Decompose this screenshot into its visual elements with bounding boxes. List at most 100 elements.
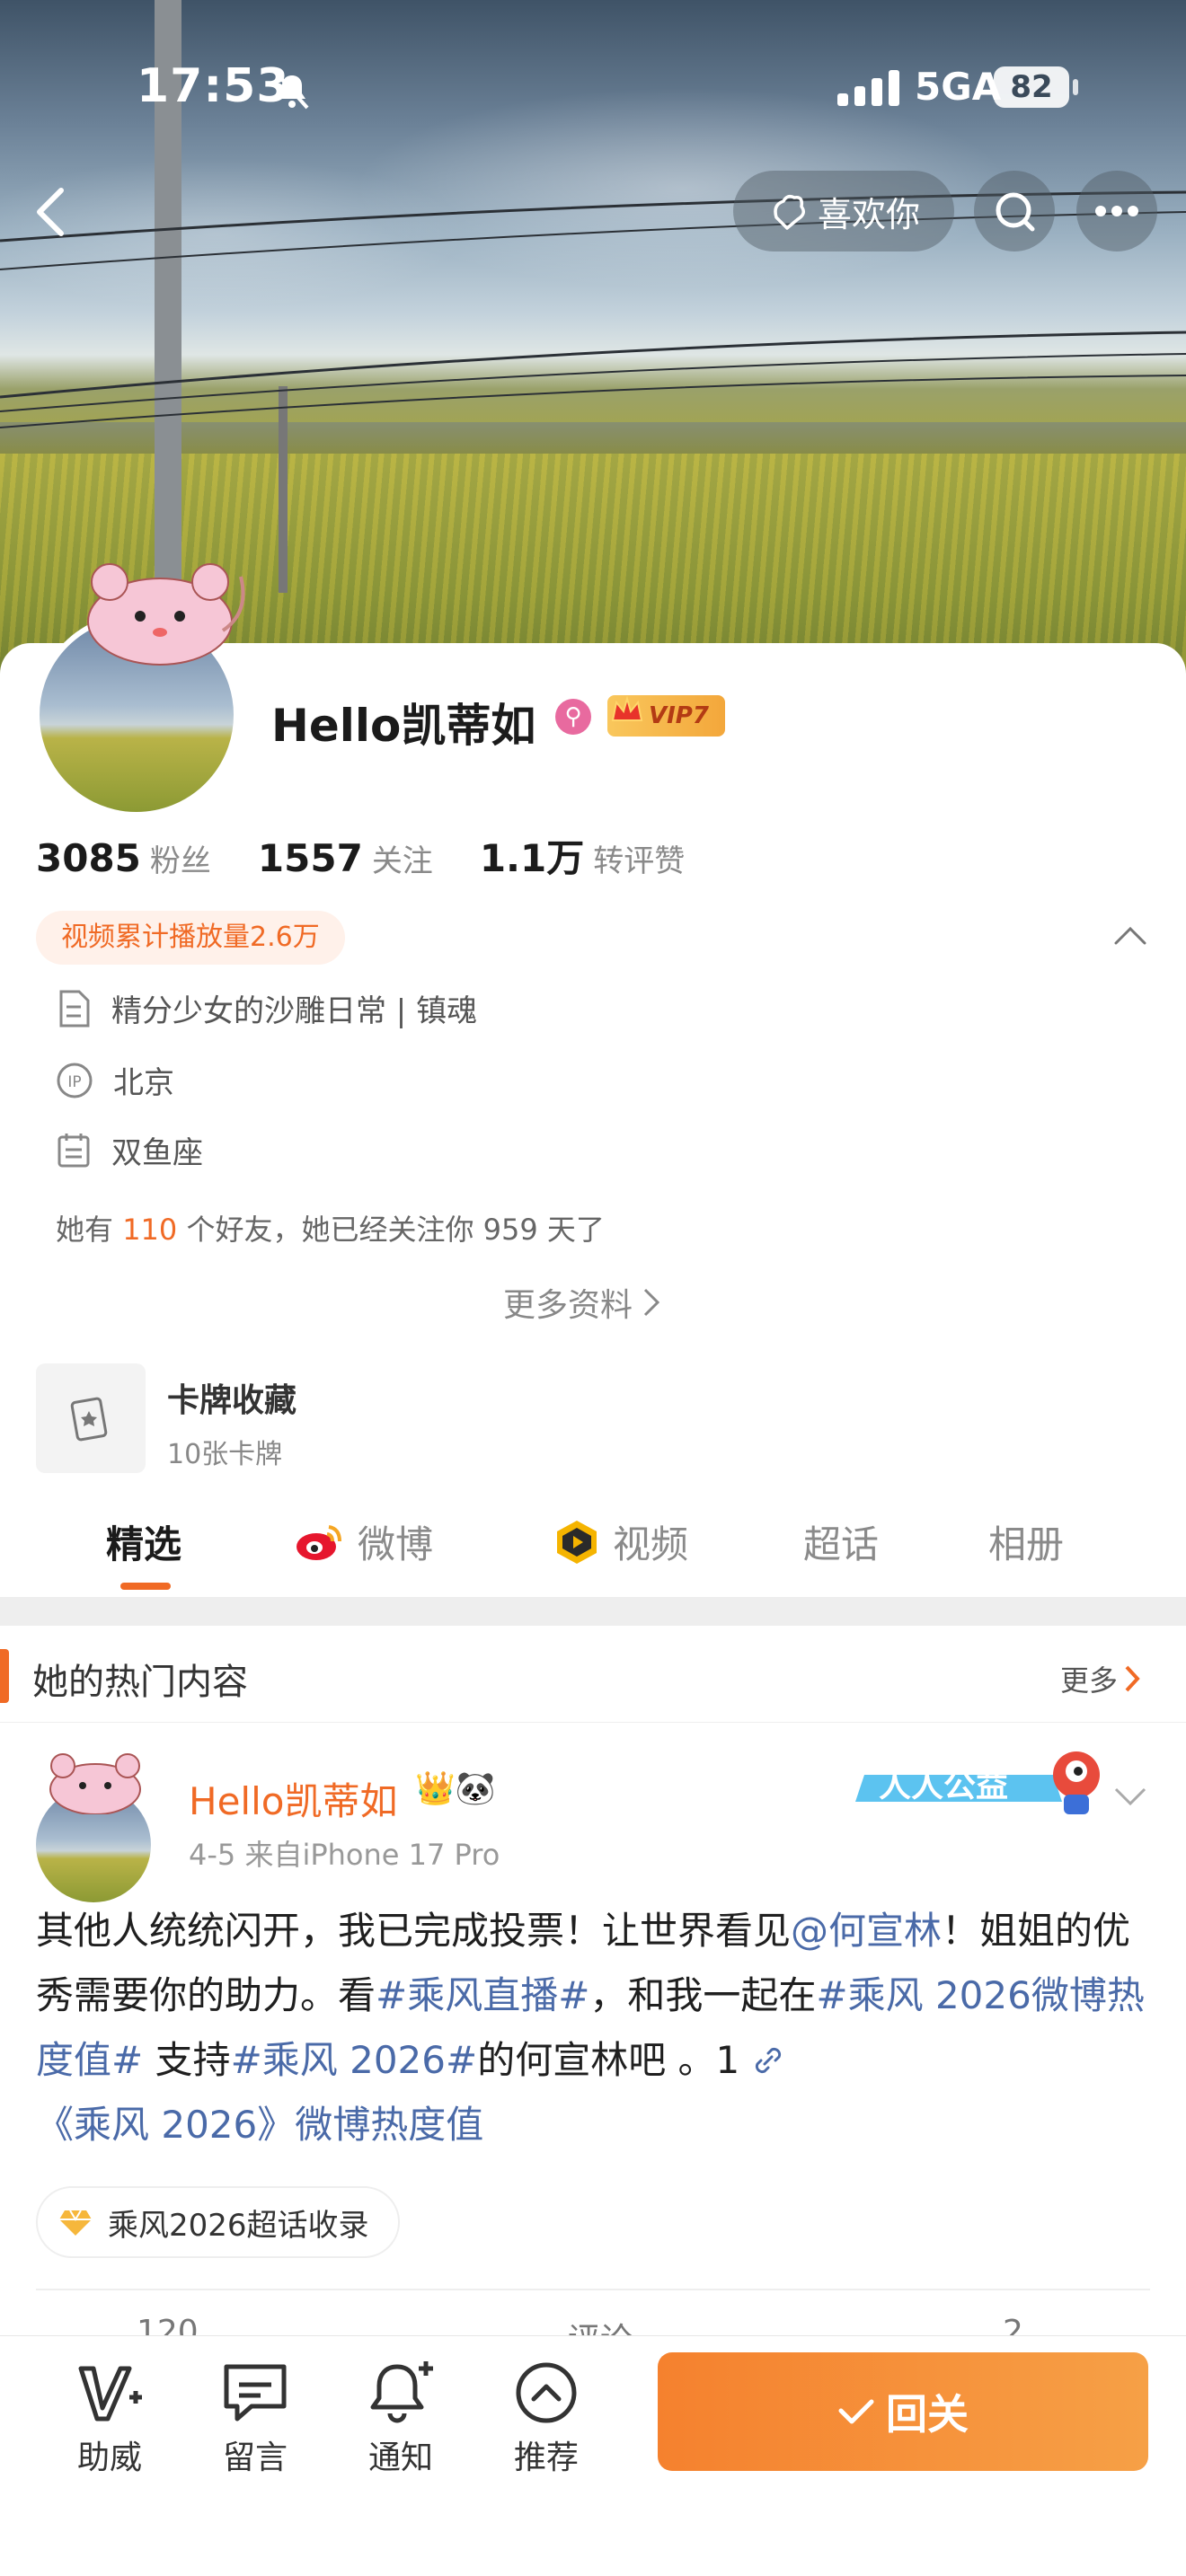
tab-label: 微博 [358, 1522, 434, 1566]
post-text-part: 其他人统统闪开，我已完成投票！让世界看见 [36, 1909, 792, 1953]
verified-user-icon[interactable]: ⚲ [555, 699, 591, 735]
friends-suffix: 个好友，她已经关注你 959 天了 [177, 1213, 605, 1247]
stat-value: 1557 [257, 836, 363, 880]
zodiac-row: 双鱼座 [56, 1128, 203, 1172]
tab-album[interactable]: 相册 [988, 1514, 1064, 1569]
section-accent-bar [0, 1649, 9, 1703]
recommend-label: 推荐 [513, 2439, 579, 2476]
more-options-button[interactable] [1076, 171, 1157, 251]
chevron-left-icon [37, 188, 64, 236]
post-text-part: 支持 [143, 2038, 231, 2082]
notify-button[interactable]: 通知 [347, 2354, 455, 2478]
tab-super-topic[interactable]: 超话 [803, 1514, 879, 1569]
tab-label: 精选 [106, 1522, 182, 1566]
weibo-icon [296, 1524, 341, 1560]
more-dots-icon [1095, 206, 1138, 216]
follow-back-label: 回关 [886, 2390, 969, 2439]
cheer-button[interactable]: 助威 [56, 2354, 164, 2478]
battery-icon: 82 [994, 66, 1069, 108]
cheer-icon [78, 2366, 142, 2422]
chevron-right-icon [643, 1288, 660, 1317]
profile-stats: 3085 粉丝 1557 关注 1.1万 转评赞 [36, 828, 731, 883]
post-body: 其他人统统闪开，我已完成投票！让世界看见@何宣林！姐姐的优秀需要你的助力。看#乘… [36, 1899, 1150, 2157]
post-author-name[interactable]: Hello凯蒂如 [189, 1771, 397, 1826]
post-hashtag-link[interactable]: #乘风 2026# [231, 2038, 478, 2082]
notify-label: 通知 [367, 2439, 433, 2476]
message-icon [224, 2364, 287, 2422]
super-topic-chip[interactable]: 乘风2026超话收录 [36, 2186, 400, 2258]
document-icon [59, 990, 90, 1027]
post-web-link[interactable]: 《乘风 2026》微博热度值 [36, 2103, 483, 2147]
more-label: 更多 [1060, 1663, 1119, 1698]
bell-plus-icon [370, 2361, 433, 2423]
tab-weibo[interactable]: 微博 [293, 1514, 433, 1569]
diamond-icon [59, 2210, 92, 2236]
friends-count[interactable]: 110 [122, 1213, 177, 1247]
svg-text:IP: IP [67, 1073, 81, 1091]
post-meta: 4-5 来自iPhone 17 Pro [189, 1838, 500, 1872]
location-text: 北京 [113, 1065, 174, 1101]
card-collection-count: 10张卡牌 [167, 1439, 283, 1470]
charity-label: 人人公益 [879, 1768, 1008, 1804]
stat-following[interactable]: 1557 关注 [258, 836, 433, 880]
bio-row: 精分少女的沙雕日常 | 镇魂 [56, 986, 477, 1030]
recommend-icon [516, 2362, 577, 2423]
crown-icon [611, 695, 643, 721]
cellular-signal-icon [837, 68, 902, 110]
search-button[interactable] [974, 171, 1055, 251]
mute-bell-icon [271, 70, 313, 115]
stat-value: 1.1万 [479, 836, 585, 880]
charity-mascot-icon: 人人公益 [855, 1751, 1100, 1814]
friends-prefix: 她有 [56, 1213, 123, 1247]
stat-interactions[interactable]: 1.1万 转评赞 [480, 828, 685, 883]
zodiac-text: 双鱼座 [111, 1135, 203, 1171]
recommend-button[interactable]: 推荐 [492, 2354, 600, 2478]
like-you-label: 喜欢你 [817, 194, 920, 234]
charity-badge[interactable]: 人人公益 [854, 1739, 1114, 1829]
stat-followers[interactable]: 3085 粉丝 [36, 836, 211, 880]
cards-icon [70, 1397, 108, 1442]
profile-avatar[interactable] [34, 559, 245, 817]
post-mention-link[interactable]: @何宣林 [791, 1909, 942, 1953]
link-icon [755, 2047, 781, 2074]
hot-more-link[interactable]: 更多 [1060, 1658, 1141, 1699]
like-you-button[interactable]: 喜欢你 [733, 171, 954, 251]
bottom-action-bar: 助威 留言 通知 推荐 回关 [0, 2335, 1186, 2576]
card-collection-icon[interactable] [36, 1363, 146, 1473]
stat-label: 关注 [371, 843, 433, 879]
follow-back-button[interactable]: 回关 [658, 2352, 1148, 2471]
mouse-avatar-frame-icon [49, 1753, 141, 1814]
search-icon [996, 192, 1035, 232]
post-avatar[interactable] [36, 1750, 153, 1902]
tab-featured[interactable]: 精选 [106, 1514, 181, 1569]
battery-tip [1073, 79, 1078, 95]
chevron-right-icon [1125, 1665, 1140, 1692]
mutual-friends-text: 她有 110 个好友，她已经关注你 959 天了 [56, 1207, 605, 1248]
message-button[interactable]: 留言 [201, 2354, 309, 2478]
checkmark-icon [838, 2399, 874, 2424]
status-time: 17:53 [137, 59, 290, 113]
location-row: IP 北京 [56, 1058, 174, 1102]
super-topic-label: 乘风2026超话收录 [108, 2207, 369, 2244]
stat-value: 3085 [36, 836, 141, 880]
more-info-link[interactable]: 更多资料 [503, 1279, 661, 1326]
video-icon [557, 1520, 597, 1564]
chevron-down-icon[interactable] [1112, 1784, 1148, 1809]
stat-label: 转评赞 [593, 843, 686, 879]
mouse-avatar-frame-icon [87, 563, 245, 666]
back-button[interactable] [22, 176, 75, 248]
video-plays-tag[interactable]: 视频累计播放量2.6万 [36, 911, 345, 965]
tab-label: 视频 [613, 1522, 689, 1566]
profile-username: Hello凯蒂如 [271, 700, 536, 752]
more-info-label: 更多资料 [503, 1287, 633, 1324]
post-actions-divider [36, 2289, 1150, 2290]
hot-content-title: 她的热门内容 [32, 1662, 248, 1703]
section-divider [0, 1597, 1186, 1626]
post-author-badges: 👑🐼 [415, 1770, 496, 1807]
card-collection-title[interactable]: 卡牌收藏 [167, 1374, 296, 1421]
chevron-up-icon[interactable] [1112, 922, 1148, 948]
tab-video[interactable]: 视频 [552, 1514, 688, 1569]
post-hashtag-link[interactable]: #乘风直播# [376, 1973, 589, 2017]
active-tab-indicator [120, 1583, 171, 1590]
tab-label: 相册 [988, 1522, 1065, 1566]
